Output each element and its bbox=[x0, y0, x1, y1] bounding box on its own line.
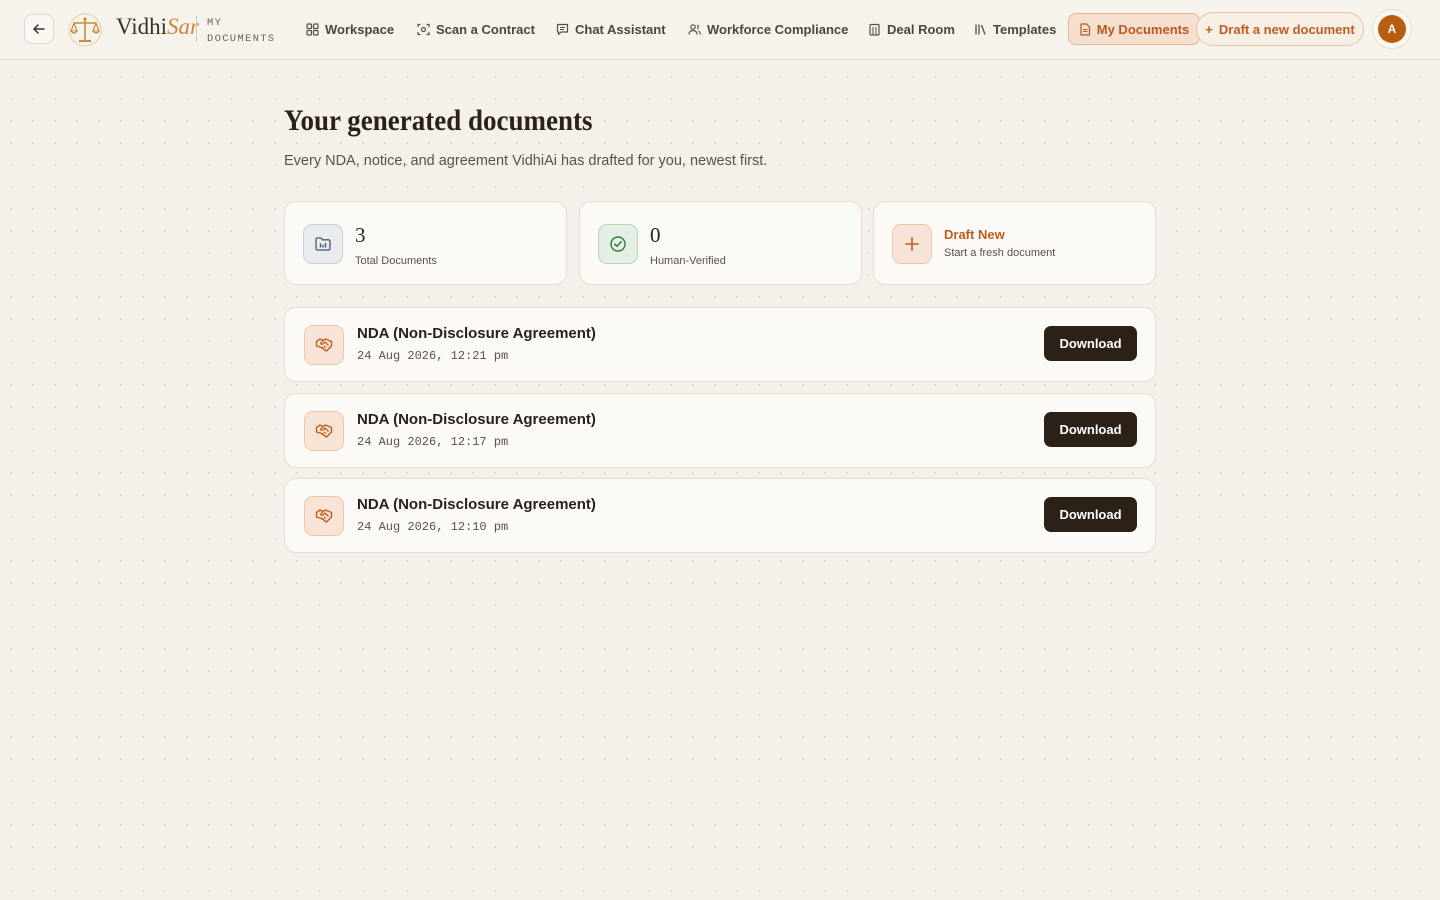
nav-deal-room-label: Deal Room bbox=[887, 21, 955, 37]
document-row[interactable]: NDA (Non-Disclosure Agreement) 24 Aug 20… bbox=[284, 307, 1156, 382]
avatar[interactable]: A bbox=[1378, 15, 1406, 43]
section-tag: MY DOCUMENTS bbox=[207, 17, 276, 45]
library-icon bbox=[975, 24, 986, 35]
page-subtitle: Every NDA, notice, and agreement VidhiAi… bbox=[284, 153, 768, 169]
document-title: NDA (Non-Disclosure Agreement) bbox=[357, 496, 596, 513]
nav-scan-contract[interactable]: Scan a Contract bbox=[417, 19, 535, 39]
handshake-icon bbox=[304, 411, 344, 451]
back-button[interactable] bbox=[24, 14, 54, 44]
users-icon bbox=[688, 23, 701, 35]
scales-logo-icon[interactable] bbox=[68, 13, 102, 47]
handshake-icon bbox=[304, 496, 344, 536]
nav-my-documents[interactable]: My Documents bbox=[1068, 13, 1200, 45]
check-circle-icon bbox=[598, 224, 638, 264]
top-navigation-bar: VidhiSar MY DOCUMENTS Workspace Scan a C… bbox=[0, 0, 1440, 60]
handshake-icon bbox=[304, 325, 344, 365]
total-documents-label: Total Documents bbox=[355, 255, 437, 267]
nav-chat-assistant[interactable]: Chat Assistant bbox=[556, 19, 666, 39]
brand-name-accent: Sar bbox=[167, 14, 199, 39]
document-row[interactable]: NDA (Non-Disclosure Agreement) 24 Aug 20… bbox=[284, 478, 1156, 553]
document-date: 24 Aug 2026, 12:17 pm bbox=[357, 435, 509, 449]
download-button[interactable]: Download bbox=[1044, 497, 1137, 532]
brand-divider bbox=[196, 16, 197, 42]
plus-icon: + bbox=[1205, 21, 1213, 37]
nav-scan-contract-label: Scan a Contract bbox=[436, 21, 535, 37]
nav-workspace-label: Workspace bbox=[325, 21, 395, 37]
chat-icon bbox=[556, 23, 569, 35]
plus-icon bbox=[892, 224, 932, 264]
total-documents-value: 3 bbox=[355, 223, 366, 247]
document-row[interactable]: NDA (Non-Disclosure Agreement) 24 Aug 20… bbox=[284, 393, 1156, 468]
nav-deal-room[interactable]: Deal Room bbox=[868, 19, 955, 39]
page-title: Your generated documents bbox=[284, 104, 593, 137]
download-button[interactable]: Download bbox=[1044, 412, 1137, 447]
nav-my-documents-label: My Documents bbox=[1096, 21, 1190, 37]
nav-workforce-compliance-label: Workforce Compliance bbox=[707, 21, 849, 37]
draft-new-card[interactable]: Draft New Start a fresh document bbox=[873, 201, 1156, 285]
scan-icon bbox=[417, 23, 430, 35]
nav-workspace[interactable]: Workspace bbox=[306, 19, 394, 39]
building-icon bbox=[869, 23, 880, 36]
brand-name[interactable]: VidhiSar bbox=[116, 14, 199, 40]
human-verified-label: Human-Verified bbox=[650, 255, 726, 267]
stat-card-total-documents: 3 Total Documents bbox=[284, 201, 567, 285]
draft-new-subtitle: Start a fresh document bbox=[944, 247, 1056, 259]
brand-name-first: Vidhi bbox=[116, 14, 168, 39]
human-verified-value: 0 bbox=[650, 223, 661, 247]
document-date: 24 Aug 2026, 12:10 pm bbox=[357, 520, 509, 534]
nav-templates-label: Templates bbox=[993, 21, 1057, 37]
draft-new-title: Draft New bbox=[944, 227, 1005, 242]
document-date: 24 Aug 2026, 12:21 pm bbox=[357, 349, 509, 363]
draft-new-document-button[interactable]: + Draft a new document bbox=[1196, 12, 1364, 46]
download-button[interactable]: Download bbox=[1044, 326, 1137, 361]
document-icon bbox=[1080, 22, 1090, 36]
grid-icon bbox=[306, 22, 319, 36]
nav-chat-assistant-label: Chat Assistant bbox=[575, 21, 666, 37]
folder-chart-icon bbox=[303, 224, 343, 264]
stat-card-human-verified: 0 Human-Verified bbox=[579, 201, 862, 285]
draft-new-document-label: Draft a new document bbox=[1218, 21, 1355, 37]
document-title: NDA (Non-Disclosure Agreement) bbox=[357, 411, 596, 428]
nav-templates[interactable]: Templates bbox=[974, 19, 1056, 39]
arrow-left-icon bbox=[33, 24, 45, 34]
document-title: NDA (Non-Disclosure Agreement) bbox=[357, 325, 596, 342]
nav-workforce-compliance[interactable]: Workforce Compliance bbox=[688, 19, 848, 39]
